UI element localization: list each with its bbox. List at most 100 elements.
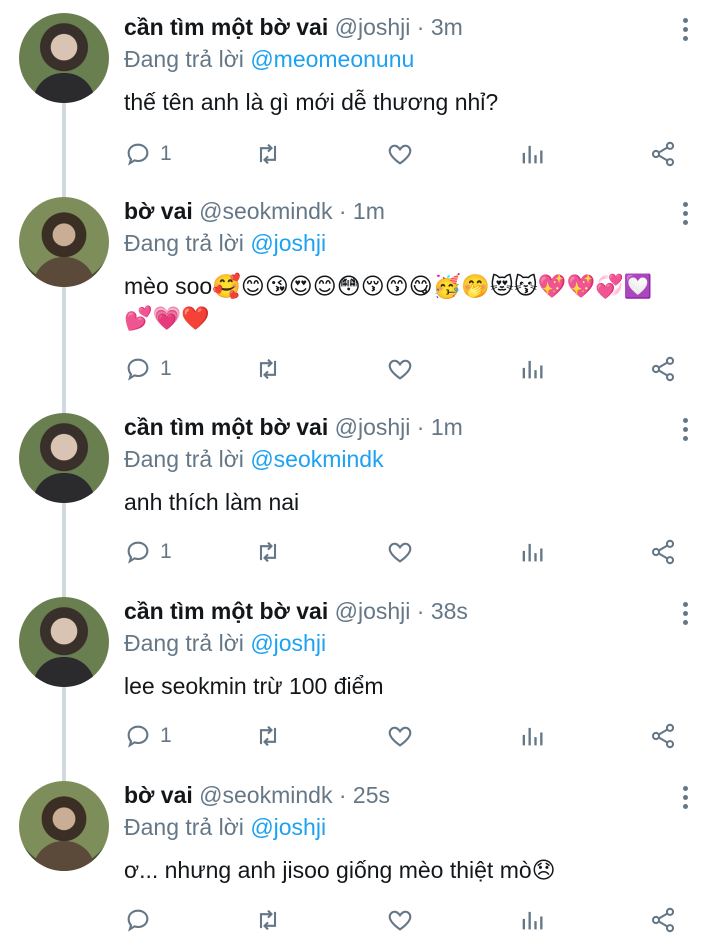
- share-icon: [651, 356, 675, 382]
- retweet-button[interactable]: [254, 139, 282, 169]
- retweet-button[interactable]: [254, 721, 282, 751]
- username[interactable]: @seokmindk: [199, 198, 332, 224]
- reply-icon: [127, 541, 149, 564]
- like-icon: [388, 359, 412, 380]
- analytics-icon: [522, 145, 543, 164]
- reply-button[interactable]: 1: [124, 139, 172, 169]
- tweet[interactable]: bờ vai @seokmindk · 1m Đang trả lời @jos…: [0, 184, 720, 417]
- analytics-button[interactable]: [518, 721, 546, 751]
- share-button[interactable]: [649, 537, 677, 567]
- replying-to: Đang trả lời @joshji: [124, 630, 326, 657]
- retweet-icon: [259, 541, 277, 563]
- more-icon[interactable]: [683, 786, 689, 812]
- tweet-header: bờ vai @seokmindk · 1m: [124, 198, 385, 225]
- mention-link[interactable]: @joshji: [250, 814, 326, 840]
- more-icon[interactable]: [683, 418, 689, 444]
- reply-count: 1: [160, 142, 172, 165]
- reply-button[interactable]: [124, 905, 160, 935]
- mention-link[interactable]: @seokmindk: [250, 446, 383, 472]
- tweet[interactable]: cần tìm một bờ vai @joshji · 1m Đang trả…: [0, 400, 720, 603]
- avatar[interactable]: [19, 597, 109, 687]
- avatar[interactable]: [19, 781, 109, 871]
- mention-link[interactable]: @joshji: [250, 230, 326, 256]
- analytics-icon: [522, 911, 543, 930]
- analytics-button[interactable]: [518, 905, 546, 935]
- like-icon: [388, 144, 412, 165]
- share-button[interactable]: [649, 721, 677, 751]
- analytics-button[interactable]: [518, 354, 546, 384]
- share-icon: [651, 141, 675, 167]
- like-button[interactable]: [386, 537, 414, 567]
- like-button[interactable]: [386, 905, 414, 935]
- retweet-icon: [259, 725, 277, 747]
- share-button[interactable]: [649, 905, 677, 935]
- timestamp[interactable]: 25s: [353, 782, 390, 808]
- reply-count: 1: [160, 357, 172, 380]
- retweet-icon: [259, 909, 277, 931]
- separator: ·: [338, 782, 347, 808]
- conversation-thread: cần tìm một bờ vai @joshji · 3m Đang trả…: [0, 0, 720, 949]
- tweet-actions: 1: [124, 354, 684, 384]
- like-button[interactable]: [386, 354, 414, 384]
- tweet-actions: [124, 905, 684, 935]
- share-button[interactable]: [649, 354, 677, 384]
- analytics-button[interactable]: [518, 537, 546, 567]
- analytics-icon: [522, 727, 543, 746]
- timestamp[interactable]: 3m: [431, 14, 463, 40]
- tweet-text: anh thích làm nai: [124, 489, 300, 515]
- timestamp[interactable]: 1m: [431, 414, 463, 440]
- more-icon[interactable]: [683, 602, 689, 628]
- like-button[interactable]: [386, 139, 414, 169]
- analytics-icon: [522, 543, 543, 562]
- tweet-actions: 1: [124, 537, 684, 567]
- tweet[interactable]: cần tìm một bờ vai @joshji · 3m Đang trả…: [0, 0, 720, 203]
- like-icon: [388, 542, 412, 563]
- more-icon[interactable]: [683, 18, 689, 44]
- reply-icon: [127, 725, 149, 748]
- username[interactable]: @joshji: [335, 14, 411, 40]
- tweet-header: cần tìm một bờ vai @joshji · 38s: [124, 598, 468, 625]
- tweet-actions: 1: [124, 721, 684, 751]
- share-icon: [651, 723, 675, 749]
- avatar[interactable]: [19, 413, 109, 503]
- analytics-button[interactable]: [518, 139, 546, 169]
- reply-button[interactable]: 1: [124, 354, 172, 384]
- reply-icon: [127, 909, 149, 932]
- display-name[interactable]: cần tìm một bờ vai: [124, 598, 328, 624]
- username[interactable]: @joshji: [335, 598, 411, 624]
- like-icon: [388, 726, 412, 747]
- display-name[interactable]: bờ vai: [124, 198, 193, 224]
- share-icon: [651, 539, 675, 565]
- reply-button[interactable]: 1: [124, 537, 172, 567]
- tweet[interactable]: cần tìm một bờ vai @joshji · 38s Đang tr…: [0, 584, 720, 787]
- display-name[interactable]: cần tìm một bờ vai: [124, 14, 328, 40]
- reply-button[interactable]: 1: [124, 721, 172, 751]
- like-button[interactable]: [386, 721, 414, 751]
- retweet-button[interactable]: [254, 905, 282, 935]
- share-button[interactable]: [649, 139, 677, 169]
- retweet-button[interactable]: [254, 537, 282, 567]
- separator: ·: [416, 414, 425, 440]
- tweet-text: thế tên anh là gì mới dễ thương nhỉ?: [124, 89, 499, 115]
- more-icon[interactable]: [683, 202, 689, 228]
- username[interactable]: @joshji: [335, 414, 411, 440]
- separator: ·: [416, 14, 425, 40]
- avatar[interactable]: [19, 197, 109, 287]
- reply-icon: [127, 143, 149, 166]
- display-name[interactable]: bờ vai: [124, 782, 193, 808]
- username[interactable]: @seokmindk: [199, 782, 332, 808]
- avatar[interactable]: [19, 13, 109, 103]
- tweet-text: lee seokmin trừ 100 điểm: [124, 673, 384, 699]
- timestamp[interactable]: 1m: [353, 198, 385, 224]
- share-icon: [651, 907, 675, 933]
- retweet-button[interactable]: [254, 354, 282, 384]
- reply-icon: [127, 358, 149, 381]
- like-icon: [388, 910, 412, 931]
- tweet[interactable]: bờ vai @seokmindk · 25s Đang trả lời @jo…: [0, 768, 720, 949]
- timestamp[interactable]: 38s: [431, 598, 468, 624]
- mention-link[interactable]: @meomeonunu: [250, 46, 414, 72]
- tweet-header: bờ vai @seokmindk · 25s: [124, 782, 390, 809]
- display-name[interactable]: cần tìm một bờ vai: [124, 414, 328, 440]
- mention-link[interactable]: @joshji: [250, 630, 326, 656]
- replying-to: Đang trả lời @joshji: [124, 230, 326, 257]
